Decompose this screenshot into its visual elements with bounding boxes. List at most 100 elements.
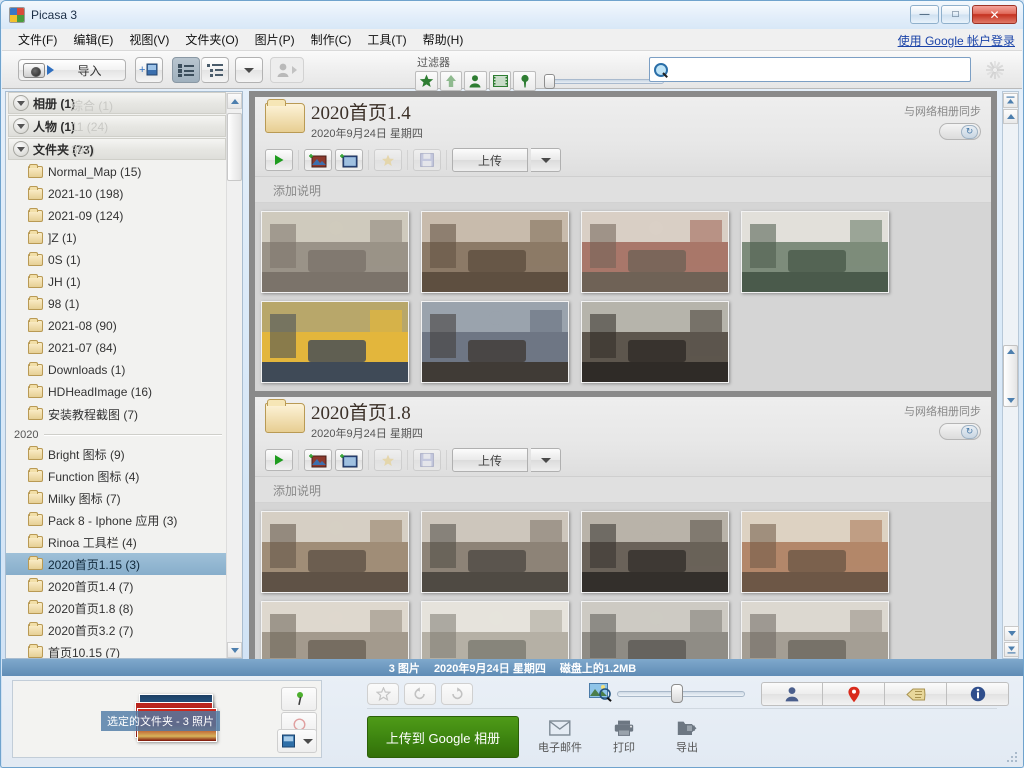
sidebar-item[interactable]: Pack 8 - Iphone 应用 (3) [6, 509, 228, 531]
people-view-button[interactable] [761, 682, 823, 706]
sync-toggle[interactable]: ↻ [939, 123, 981, 140]
sidebar-scrollbar[interactable] [226, 93, 242, 658]
photo-thumbnail[interactable] [421, 511, 569, 593]
new-album-button[interactable]: + [135, 57, 163, 83]
add-photos-button[interactable] [304, 449, 332, 471]
photo-thumbnail[interactable] [261, 601, 409, 659]
resize-grip[interactable] [1005, 750, 1019, 764]
folder-title[interactable]: 2020首页1.4 [311, 103, 423, 124]
search-box[interactable] [649, 57, 971, 82]
sidebar-item[interactable]: 2021-09 (124) [6, 205, 228, 227]
upload-dropdown-button[interactable] [531, 448, 561, 472]
sidebar-item[interactable]: 2020首页1.4 (7) [6, 575, 228, 597]
rotate-left-button[interactable] [404, 683, 436, 705]
menu-folder[interactable]: 文件夹(O) [177, 28, 246, 51]
sync-toggle[interactable]: ↻ [939, 423, 981, 440]
add-to-album-button[interactable] [277, 729, 317, 753]
photo-thumbnail[interactable] [421, 211, 569, 293]
sidebar-item[interactable]: Bright 图标 (9) [6, 443, 228, 465]
sidebar-item[interactable]: ]Z (1) [6, 227, 228, 249]
scroll-down-button[interactable] [1004, 626, 1019, 641]
thumbnail-size-slider[interactable] [617, 684, 745, 704]
save-button[interactable] [413, 149, 441, 171]
sidebar-item[interactable]: 2021-10 (198) [6, 183, 228, 205]
tags-view-button[interactable] [885, 682, 947, 706]
sidebar-item[interactable]: 2021-07 (84) [6, 337, 228, 359]
import-button[interactable]: 导入 [18, 59, 126, 81]
photo-thumbnail[interactable] [741, 601, 889, 659]
photo-thumbnail[interactable] [581, 601, 729, 659]
tree-header-2[interactable]: 文件夹 (73) 367) [8, 138, 226, 160]
star-button[interactable] [374, 149, 402, 171]
photo-thumbnail[interactable] [581, 511, 729, 593]
slideshow-button[interactable] [265, 149, 293, 171]
view-options-dropdown[interactable] [235, 57, 263, 83]
photo-thumbnail[interactable] [741, 511, 889, 593]
google-account-login-link[interactable]: 使用 Google 帐户登录 [898, 32, 1015, 49]
sidebar-item[interactable]: Downloads (1) [6, 359, 228, 381]
close-button[interactable]: ✕ [972, 5, 1017, 24]
sidebar-item[interactable]: 安装教程截图 (7) [6, 403, 228, 425]
sidebar-item[interactable]: 2020首页1.8 (8) [6, 597, 228, 619]
people-toolbar-button[interactable] [270, 57, 304, 83]
photo-thumbnail[interactable] [421, 601, 569, 659]
photo-thumbnail[interactable] [741, 211, 889, 293]
menu-create[interactable]: 制作(C) [303, 28, 360, 51]
sidebar-item[interactable]: Normal_Map (15) [6, 161, 228, 183]
add-photos-button[interactable] [304, 149, 332, 171]
tree-list-view-button[interactable] [201, 57, 229, 83]
scroll-bottom-button[interactable] [1004, 642, 1019, 657]
properties-button[interactable] [947, 682, 1009, 706]
star-rating-button[interactable] [367, 683, 399, 705]
email-button[interactable]: 电子邮件 [529, 716, 591, 758]
sidebar-item[interactable]: HDHeadImage (16) [6, 381, 228, 403]
sidebar-scroll-down-button[interactable] [227, 642, 242, 658]
menu-view[interactable]: 视图(V) [121, 28, 177, 51]
tray-album-dropdown[interactable] [277, 729, 317, 753]
sidebar-item[interactable]: Rinoa 工具栏 (4) [6, 531, 228, 553]
filter-geotag-button[interactable] [513, 71, 536, 91]
menu-tools[interactable]: 工具(T) [359, 28, 414, 51]
filter-uploaded-button[interactable] [439, 71, 463, 91]
sidebar-item[interactable]: 98 (1) [6, 293, 228, 315]
folder-title[interactable]: 2020首页1.8 [311, 403, 423, 424]
upload-button[interactable]: 上传 [452, 148, 528, 172]
photo-thumbnail[interactable] [421, 301, 569, 383]
slideshow-button[interactable] [265, 449, 293, 471]
menu-help[interactable]: 帮助(H) [415, 28, 472, 51]
upload-button[interactable]: 上传 [452, 448, 528, 472]
sidebar-item[interactable]: 2020首页3.2 (7) [6, 619, 228, 641]
photo-thumbnail[interactable] [261, 511, 409, 593]
add-movie-button[interactable] [335, 449, 363, 471]
sidebar-item-selected[interactable]: 2020首页1.15 (3) [6, 553, 228, 575]
sidebar-item[interactable]: JH (1) [6, 271, 228, 293]
sidebar-scroll-up-button[interactable] [227, 93, 242, 109]
star-button[interactable] [374, 449, 402, 471]
filter-starred-button[interactable] [415, 71, 438, 91]
photo-thumbnail[interactable] [581, 301, 729, 383]
sidebar-item[interactable]: 2021-08 (90) [6, 315, 228, 337]
caption-input[interactable]: 添加说明 [255, 477, 991, 503]
tree-header-1[interactable]: 人物 (1) 11 (24) [8, 115, 226, 137]
rotate-right-button[interactable] [441, 683, 473, 705]
filter-date-slider[interactable] [543, 74, 664, 89]
add-movie-button[interactable] [335, 149, 363, 171]
filter-video-button[interactable] [488, 71, 512, 91]
menu-picture[interactable]: 图片(P) [247, 28, 303, 51]
places-view-button[interactable] [823, 682, 885, 706]
expander-toggle-icon[interactable] [13, 118, 29, 134]
print-button[interactable]: 打印 [593, 716, 655, 758]
photo-thumbnail[interactable] [261, 211, 409, 293]
minimize-button[interactable]: — [910, 5, 939, 24]
tray-hold-button[interactable] [281, 687, 317, 711]
caption-input[interactable]: 添加说明 [255, 177, 991, 203]
zoom-knob[interactable] [671, 684, 683, 703]
expander-toggle-icon[interactable] [13, 95, 29, 111]
content-scrollbar[interactable] [1002, 91, 1019, 659]
upload-to-google-photos-button[interactable]: 上传到 Google 相册 [367, 716, 519, 758]
sidebar-item[interactable]: 首页10.15 (7) [6, 641, 228, 658]
export-button[interactable]: 导出 [656, 716, 718, 758]
tree-header-0[interactable]: 相册 (1) 综合 (1) [8, 92, 226, 114]
flat-list-view-button[interactable] [172, 57, 200, 83]
upload-dropdown-button[interactable] [531, 148, 561, 172]
